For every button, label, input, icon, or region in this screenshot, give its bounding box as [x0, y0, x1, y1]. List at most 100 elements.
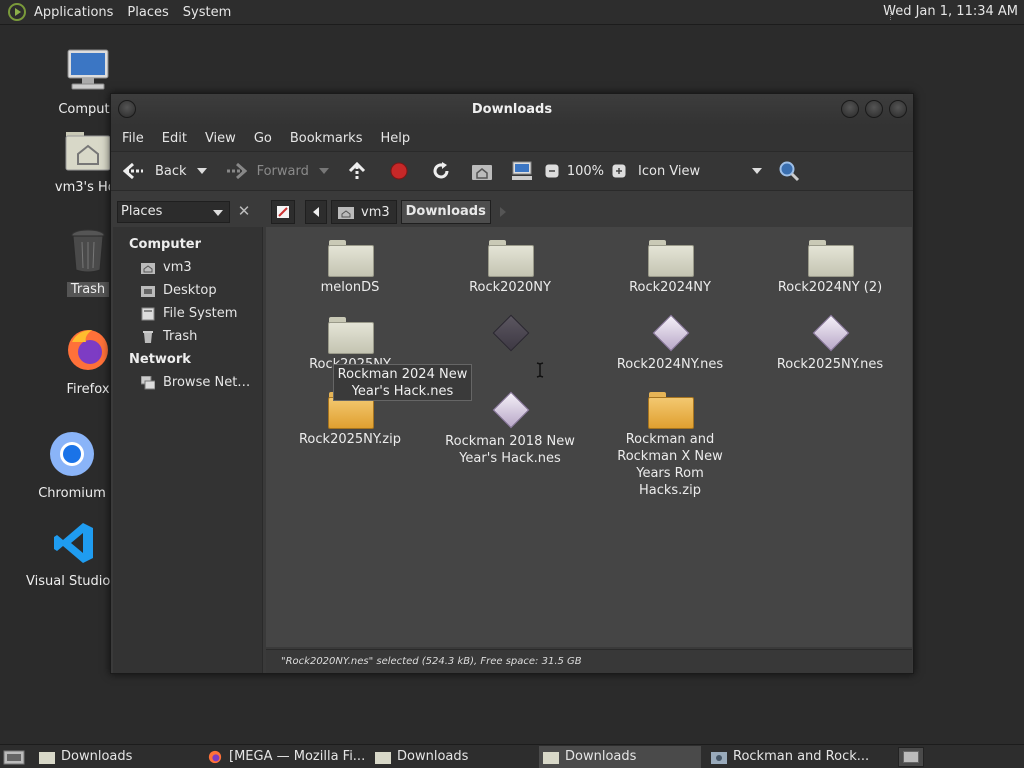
- sidebar-item-label: vm3: [163, 260, 192, 275]
- clock[interactable]: Wed Jan 1, 11:34 AM: [883, 4, 1018, 19]
- window-titlebar[interactable]: Downloads: [111, 94, 913, 125]
- file-name: Rock2020NY: [469, 280, 551, 295]
- file-item[interactable]: Rockman and Rockman X New Years Rom Hack…: [595, 391, 745, 499]
- zoom-level[interactable]: 100%: [567, 164, 604, 179]
- distro-logo-icon[interactable]: [8, 3, 26, 21]
- breadcrumb: vm3 Downloads: [271, 200, 507, 224]
- file-name: Rock2025NY.nes: [776, 357, 884, 372]
- task-firefox[interactable]: [MEGA — Mozilla Fi...: [203, 746, 365, 768]
- sidebar-header-network: Network: [129, 352, 191, 367]
- sidebar-item-browse-network[interactable]: Browse Net…: [113, 371, 262, 394]
- window-icon: [903, 751, 919, 763]
- applications-menu[interactable]: Applications: [34, 5, 113, 20]
- home-icon[interactable]: [471, 161, 493, 181]
- task-label: [MEGA — Mozilla Fi...: [229, 749, 365, 764]
- desktop-folder-icon: [141, 285, 155, 297]
- breadcrumb-vm3[interactable]: vm3: [331, 200, 397, 224]
- folder-icon: [375, 751, 391, 764]
- task-downloads-1[interactable]: Downloads: [35, 746, 197, 768]
- places-sidebar: Computer vm3 Desktop File System Trash N…: [113, 227, 263, 673]
- reload-icon[interactable]: [431, 161, 451, 181]
- file-item[interactable]: melonDS: [275, 239, 425, 296]
- menu-go[interactable]: Go: [254, 131, 272, 146]
- file-name: Rock2024NY (2): [777, 280, 883, 295]
- file-item[interactable]: Rock2024NY (2): [755, 239, 905, 296]
- menu-bookmarks[interactable]: Bookmarks: [290, 131, 363, 146]
- sidebar-header-computer: Computer: [129, 237, 202, 252]
- task-rockman-zip[interactable]: Rockman and Rock...: [707, 746, 869, 768]
- sidebar-item-file-system[interactable]: File System: [113, 302, 262, 325]
- back-arrow-icon: [123, 162, 143, 180]
- close-button[interactable]: [889, 100, 907, 118]
- file-name: Rock2024NY: [629, 280, 711, 295]
- up-arrow-icon[interactable]: [347, 161, 367, 181]
- sidebar-mode-select[interactable]: Places: [117, 201, 230, 223]
- desktop-vscode[interactable]: Visual Studio Co: [24, 520, 132, 589]
- bottom-taskbar: Downloads [MEGA — Mozilla Fi... Download…: [0, 744, 1024, 768]
- home-folder-icon: [65, 132, 111, 171]
- window-title: Downloads: [471, 102, 553, 117]
- file-view[interactable]: melonDS Rock2020NY Rock2024NY Rock2024NY…: [266, 227, 912, 647]
- file-item[interactable]: Rock2020NY: [435, 239, 585, 296]
- edit-location-button[interactable]: [271, 200, 295, 224]
- folder-icon: [39, 751, 55, 764]
- sidebar-item-trash[interactable]: Trash: [113, 325, 262, 348]
- computer-icon[interactable]: [511, 161, 533, 181]
- archive-manager-icon: [711, 751, 727, 764]
- minimize-button[interactable]: [841, 100, 859, 118]
- home-folder-icon: [338, 207, 354, 219]
- breadcrumb-label: vm3: [361, 204, 390, 220]
- file-manager-window: Downloads File Edit View Go Bookmarks He…: [110, 93, 914, 674]
- computer-icon: [67, 49, 109, 90]
- view-mode-select[interactable]: Icon View: [638, 164, 746, 179]
- file-item[interactable]: Rock2024NY: [595, 239, 745, 296]
- task-downloads-2[interactable]: Downloads: [371, 746, 533, 768]
- folder-icon: [328, 316, 374, 354]
- forward-button[interactable]: Forward: [225, 162, 309, 180]
- network-icon: [141, 375, 155, 389]
- menubar: File Edit View Go Bookmarks Help: [111, 125, 913, 151]
- sidebar-item-label: Desktop: [163, 283, 217, 298]
- show-desktop-icon[interactable]: [3, 748, 25, 766]
- back-history-dropdown[interactable]: [196, 168, 207, 174]
- sidebar-item-vm3[interactable]: vm3: [113, 256, 262, 279]
- forward-history-dropdown[interactable]: [318, 168, 329, 174]
- task-label: Downloads: [565, 749, 637, 764]
- search-icon[interactable]: [778, 160, 800, 182]
- menu-view[interactable]: View: [205, 131, 236, 146]
- sidebar-item-label: Browse Net…: [163, 375, 251, 390]
- window-menu-button[interactable]: [118, 100, 136, 118]
- zoom-out-icon[interactable]: [545, 164, 559, 178]
- menu-file[interactable]: File: [122, 131, 144, 146]
- back-button[interactable]: Back: [123, 162, 187, 180]
- task-downloads-3[interactable]: Downloads: [539, 745, 701, 768]
- view-mode-dropdown[interactable]: [752, 168, 763, 174]
- workspace-switcher[interactable]: [898, 747, 924, 767]
- status-bar: "Rock2020NY.nes" selected (524.3 kB), Fr…: [266, 649, 912, 673]
- trash-icon: [143, 330, 153, 343]
- folder-icon: [543, 751, 559, 764]
- breadcrumb-back-button[interactable]: [305, 200, 327, 224]
- system-menu[interactable]: System: [183, 5, 231, 20]
- close-sidebar-button[interactable]: ✕: [233, 201, 255, 223]
- chevron-right-icon[interactable]: [499, 207, 507, 217]
- file-item[interactable]: Rock2024NY.nes: [595, 312, 745, 373]
- menu-help[interactable]: Help: [380, 131, 410, 146]
- forward-arrow-icon: [226, 162, 247, 180]
- menu-edit[interactable]: Edit: [162, 131, 187, 146]
- maximize-button[interactable]: [865, 100, 883, 118]
- file-item[interactable]: Rock2025NY.nes: [755, 312, 905, 373]
- sidebar-item-desktop[interactable]: Desktop: [113, 279, 262, 302]
- breadcrumb-downloads[interactable]: Downloads: [400, 200, 491, 224]
- chevron-left-icon: [313, 207, 319, 217]
- drive-icon: [141, 307, 155, 320]
- task-label: Downloads: [397, 749, 469, 764]
- zoom-in-icon[interactable]: [612, 164, 626, 178]
- stop-icon[interactable]: [389, 161, 409, 181]
- task-label: Downloads: [61, 749, 133, 764]
- desktop-chromium[interactable]: Chromium: [22, 430, 122, 501]
- file-item[interactable]: [435, 312, 585, 356]
- trash-icon: [71, 229, 105, 273]
- pencil-icon: [277, 206, 289, 218]
- places-menu[interactable]: Places: [127, 5, 168, 20]
